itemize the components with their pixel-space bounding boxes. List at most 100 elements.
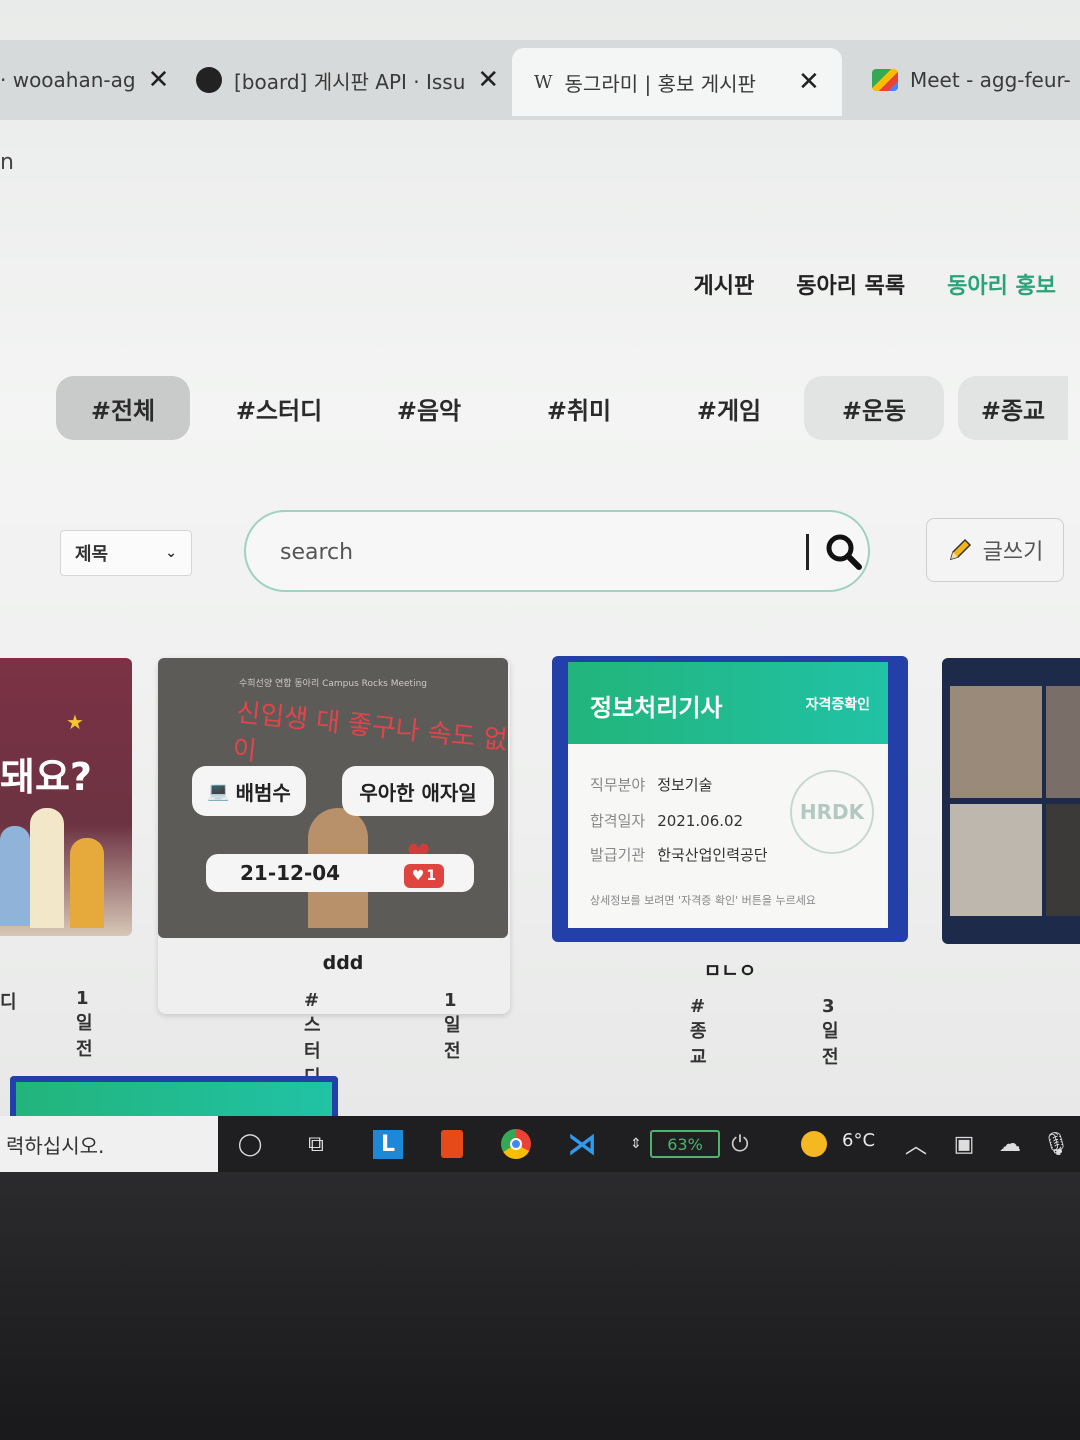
category-study[interactable]: #스터디 (204, 376, 354, 440)
cert-row: 합격일자 2021.06.02 (590, 810, 743, 831)
task-view-icon[interactable]: ⧉ (296, 1124, 336, 1164)
cert-value: 정보기술 (657, 776, 713, 794)
search-field-select[interactable]: 제목 ⌄ (60, 530, 192, 576)
github-icon (196, 67, 222, 93)
tab-meet[interactable]: Meet - agg-feur- (872, 52, 1071, 108)
tab-promo-board[interactable]: W 동그라미 | 홍보 게시판 ✕ (512, 48, 842, 116)
battery-percent: 63% (667, 1134, 703, 1154)
cert-key: 발급기관 (590, 846, 646, 864)
thumbnail-text: 돼요? (0, 755, 92, 799)
post-title: ㅁㄴㅇ (703, 960, 757, 982)
club-tag: 우아한 애자일 (342, 766, 494, 816)
post-thumbnail (942, 658, 1080, 944)
cert-row: 직무분야 정보기술 (590, 774, 712, 795)
cert-note: 상세정보를 보려면 '자격증 확인' 버튼을 누르세요 (590, 894, 816, 907)
select-value: 제목 (75, 544, 109, 565)
tab-label: 동그라미 | 홍보 게시판 (564, 71, 756, 96)
cert-title: 정보처리기사 (590, 694, 723, 722)
taskbar-search[interactable]: 력하십시오. (0, 1116, 218, 1172)
close-icon[interactable]: ✕ (148, 65, 170, 95)
laptop-icon: 💻 (207, 780, 230, 802)
tab-wooahan[interactable]: · wooahan-ag ✕ (0, 52, 169, 108)
illustration-figure (0, 826, 30, 926)
chevron-up-icon[interactable]: ︿ (896, 1124, 936, 1164)
post-time: 1일 전 (76, 988, 93, 1060)
cert-value: 2021.06.02 (657, 812, 744, 830)
pencil-icon (949, 538, 971, 561)
onedrive-icon[interactable]: ☁ (990, 1124, 1030, 1164)
search-input[interactable] (278, 528, 782, 576)
nav-club-promo[interactable]: 동아리 홍보 (947, 268, 1056, 300)
post-time: 3일 전 (822, 996, 839, 1068)
post-thumbnail: 돼요? ★ (0, 658, 132, 936)
poster-subtitle: 수희선양 연합 동아리 Campus Rocks Meeting (239, 679, 427, 689)
post-thumbnail: 정보처리기사 자격증확인 직무분야 정보기술 합격일자 2021.06.02 발급기… (552, 656, 908, 942)
write-button[interactable]: 글쓰기 (926, 518, 1064, 582)
app-l-icon[interactable]: L (368, 1124, 408, 1164)
tab-label: · wooahan-ag (0, 68, 136, 92)
nav-club-list[interactable]: 동아리 목록 (796, 268, 905, 300)
taskbar-search-placeholder: 력하십시오. (6, 1133, 105, 1158)
like-badge[interactable]: ♥ 1 (404, 864, 444, 888)
plug-icon: ⏻ (731, 1131, 749, 1157)
star-icon: ★ (66, 710, 84, 734)
cert-header: 정보처리기사 자격증확인 (568, 662, 888, 744)
post-tag: 디 (0, 992, 17, 1013)
author-tag: 💻 배범수 (192, 766, 306, 816)
browser-screen: · wooahan-ag ✕ [board] 게시판 API · Issu ✕ … (0, 0, 1080, 1170)
post-title: ddd (322, 952, 364, 974)
cert-key: 합격일자 (590, 812, 646, 830)
category-music[interactable]: #음악 (354, 376, 504, 440)
write-label: 글쓰기 (982, 540, 1044, 565)
laptop-bezel (0, 1172, 1080, 1440)
post-thumbnail: 수희선양 연합 동아리 Campus Rocks Meeting 신입생 대 좋… (158, 658, 508, 938)
chrome-icon[interactable] (496, 1124, 536, 1164)
cert-check-badge: 자격증확인 (805, 697, 870, 713)
hrdk-stamp: HRDK (790, 770, 874, 854)
tab-bar: · wooahan-ag ✕ [board] 게시판 API · Issu ✕ … (0, 40, 1080, 120)
like-count: 1 (426, 868, 437, 884)
cert-row: 발급기관 한국산업인력공단 (590, 844, 768, 865)
site-nav: 게시판 동아리 목록 동아리 홍보 (694, 268, 1056, 300)
search-icon[interactable] (824, 532, 864, 572)
temperature: 6°C (842, 1130, 876, 1151)
post-tag: #스터디 (304, 990, 321, 1088)
category-hobby[interactable]: #취미 (504, 376, 654, 440)
category-game[interactable]: #게임 (654, 376, 804, 440)
tab-github-issue[interactable]: [board] 게시판 API · Issu ✕ (196, 52, 499, 108)
author-name: 배범수 (235, 780, 291, 805)
category-filter: #전체 #스터디 #음악 #취미 #게임 #운동 #종교 (56, 376, 1068, 440)
video-tile (950, 804, 1042, 916)
cert-key: 직무분야 (590, 776, 646, 794)
illustration-figure (30, 808, 64, 928)
illustration-figure (70, 838, 104, 928)
microphone-icon[interactable]: 🎙 (1036, 1124, 1076, 1164)
close-icon[interactable]: ✕ (477, 65, 499, 95)
vscode-icon[interactable]: ⋊ (562, 1124, 602, 1164)
office-icon[interactable] (432, 1124, 472, 1164)
category-religion[interactable]: #종교 (958, 376, 1068, 440)
cortana-icon[interactable]: ◯ (230, 1124, 270, 1164)
video-tile (1046, 804, 1080, 916)
close-icon[interactable]: ✕ (798, 67, 820, 97)
weather-icon[interactable] (794, 1124, 834, 1164)
cert-value: 한국산업인력공단 (657, 846, 768, 864)
battery-indicator[interactable]: 63% (650, 1130, 720, 1158)
cert-body: 직무분야 정보기술 합격일자 2021.06.02 발급기관 한국산업인력공단 상세정… (568, 744, 888, 928)
tab-label: Meet - agg-feur- (910, 68, 1071, 92)
post-tag: #종교 (690, 996, 707, 1068)
meet-icon (872, 69, 898, 91)
heart-icon: ♥ (411, 868, 425, 884)
nav-board[interactable]: 게시판 (694, 268, 755, 300)
category-sports[interactable]: #운동 (804, 376, 944, 440)
taskbar: 력하십시오. ◯ ⧉ L ⋊ ⇕ 63% ⏻ 6°C ︿ ▣ ☁ 🎙 (0, 1116, 1080, 1172)
meet-now-icon[interactable]: ▣ (944, 1124, 984, 1164)
category-all[interactable]: #전체 (56, 376, 190, 440)
address-bar-fragment: n (0, 150, 14, 175)
chevron-down-icon: ⌄ (165, 545, 177, 561)
post-date: 21-12-04 (240, 861, 341, 885)
tab-label: [board] 게시판 API · Issu (234, 69, 466, 94)
site-icon: W (534, 71, 553, 93)
video-tile (1046, 686, 1080, 798)
date-pill: 21-12-04 ♥ 1 (206, 854, 474, 892)
